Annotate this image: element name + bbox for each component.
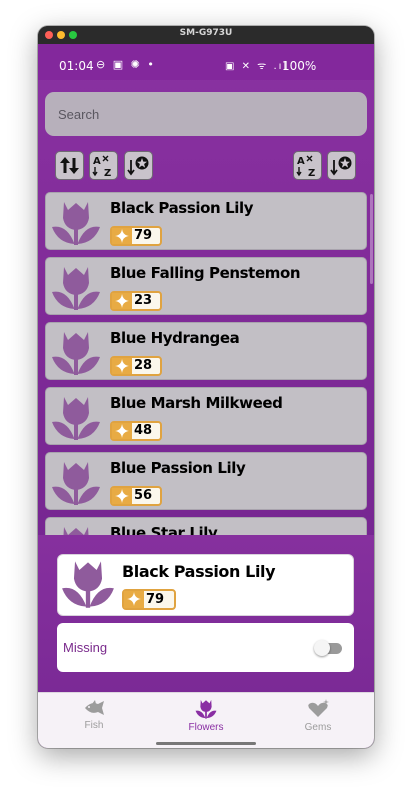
nav-item-gems[interactable]: Gems (262, 699, 374, 733)
flower-name: Black Passion Lily (110, 199, 254, 217)
sparkle-icon (124, 591, 144, 608)
missing-toggle[interactable] (314, 640, 342, 656)
device-window: SM-G973U 01:04 ⊖ ▣ ✺ • ▣ ✕ ᯤ .ıl 100% Se… (38, 26, 374, 748)
sort-direction-icon (60, 157, 79, 174)
sort-rarity-button[interactable] (124, 151, 153, 180)
flower-list-item[interactable]: Black Passion Lily 79 (45, 192, 367, 250)
sparkle-icon (112, 358, 132, 374)
value-badge: 79 (122, 589, 176, 610)
flower-list-item[interactable]: Blue Hydrangea 28 (45, 322, 367, 380)
value-badge: 23 (110, 291, 162, 311)
flower-name: Blue Hydrangea (110, 329, 240, 347)
selected-flower-card[interactable]: Black Passion Lily 79 (57, 554, 354, 616)
app-screen: 01:04 ⊖ ▣ ✺ • ▣ ✕ ᯤ .ıl 100% Search A Z (38, 44, 374, 748)
value-badge: 79 (110, 226, 162, 246)
sort-alpha-icon: A Z (296, 155, 315, 179)
flower-name: Blue Falling Penstemon (110, 264, 301, 282)
detail-panel: Black Passion Lily 79 Missing (38, 535, 374, 692)
nav-label-fish: Fish (84, 720, 104, 731)
sort-rarity-icon (127, 156, 149, 176)
value-number: 48 (134, 423, 153, 438)
status-system-icons: ▣ ✕ ᯤ .ıl (225, 61, 289, 72)
nav-label-gems: Gems (304, 722, 332, 733)
value-number: 23 (134, 293, 153, 308)
sparkle-icon (112, 488, 132, 504)
flower-icon (51, 265, 101, 315)
value-number: 56 (134, 488, 153, 503)
home-indicator[interactable] (156, 742, 256, 745)
value-badge: 28 (110, 356, 162, 376)
list-scrollbar[interactable] (370, 194, 373, 284)
search-input[interactable]: Search (45, 92, 367, 136)
selected-flower-name: Black Passion Lily (122, 562, 276, 581)
flower-icon (51, 330, 101, 380)
value-badge: 56 (110, 486, 162, 506)
search-placeholder: Search (58, 107, 100, 122)
fish-icon (85, 700, 104, 715)
flower-list[interactable]: Black Passion Lily 79 Blue Falling Penst… (38, 192, 374, 535)
flower-icon (51, 395, 101, 445)
sort-direction-button[interactable] (55, 151, 84, 180)
flower-name: Blue Passion Lily (110, 459, 246, 477)
value-number: 79 (146, 592, 165, 607)
flower-name: Blue Star Lily (110, 524, 218, 535)
status-bar: 01:04 ⊖ ▣ ✺ • ▣ ✕ ᯤ .ıl 100% (38, 44, 374, 80)
sparkle-icon (112, 228, 132, 244)
toggle-knob (314, 640, 330, 656)
missing-row: Missing (57, 623, 354, 672)
gem-icon (308, 699, 329, 717)
status-notification-icons: ⊖ ▣ ✺ • (96, 58, 156, 71)
flower-name: Blue Marsh Milkweed (110, 394, 283, 412)
sort-rarity-right-button[interactable] (327, 151, 356, 180)
sparkle-icon (112, 423, 132, 439)
svg-text:A: A (297, 156, 305, 167)
sort-alpha-icon: A Z (92, 155, 111, 179)
svg-text:Z: Z (104, 168, 111, 179)
flower-list-item[interactable]: Blue Marsh Milkweed 48 (45, 387, 367, 445)
flower-icon (51, 200, 101, 250)
bottom-navigation: Fish Flowers Gems (38, 692, 374, 748)
status-time: 01:04 (59, 59, 94, 73)
flower-icon (51, 525, 101, 535)
nav-item-fish[interactable]: Fish (38, 699, 150, 731)
sort-rarity-icon (330, 156, 352, 176)
battery-indicator: 100% (282, 59, 317, 73)
flower-list-item[interactable]: Blue Falling Penstemon 23 (45, 257, 367, 315)
window-title: SM-G973U (179, 28, 233, 38)
flower-list-item[interactable]: Blue Star Lily (45, 517, 367, 535)
svg-text:Z: Z (308, 168, 315, 179)
nav-label-flowers: Flowers (188, 722, 224, 733)
value-number: 28 (134, 358, 153, 373)
sort-alpha-button[interactable]: A Z (89, 151, 118, 180)
value-badge: 48 (110, 421, 162, 441)
flower-icon (195, 699, 217, 719)
svg-text:A: A (93, 156, 101, 167)
flower-icon (51, 460, 101, 510)
sort-alpha-right-button[interactable]: A Z (293, 151, 322, 180)
missing-label: Missing (63, 640, 108, 655)
flower-icon (61, 559, 115, 613)
window-titlebar: SM-G973U (38, 26, 374, 44)
sparkle-icon (112, 293, 132, 309)
nav-item-flowers[interactable]: Flowers (150, 699, 262, 733)
flower-list-item[interactable]: Blue Passion Lily 56 (45, 452, 367, 510)
value-number: 79 (134, 228, 153, 243)
